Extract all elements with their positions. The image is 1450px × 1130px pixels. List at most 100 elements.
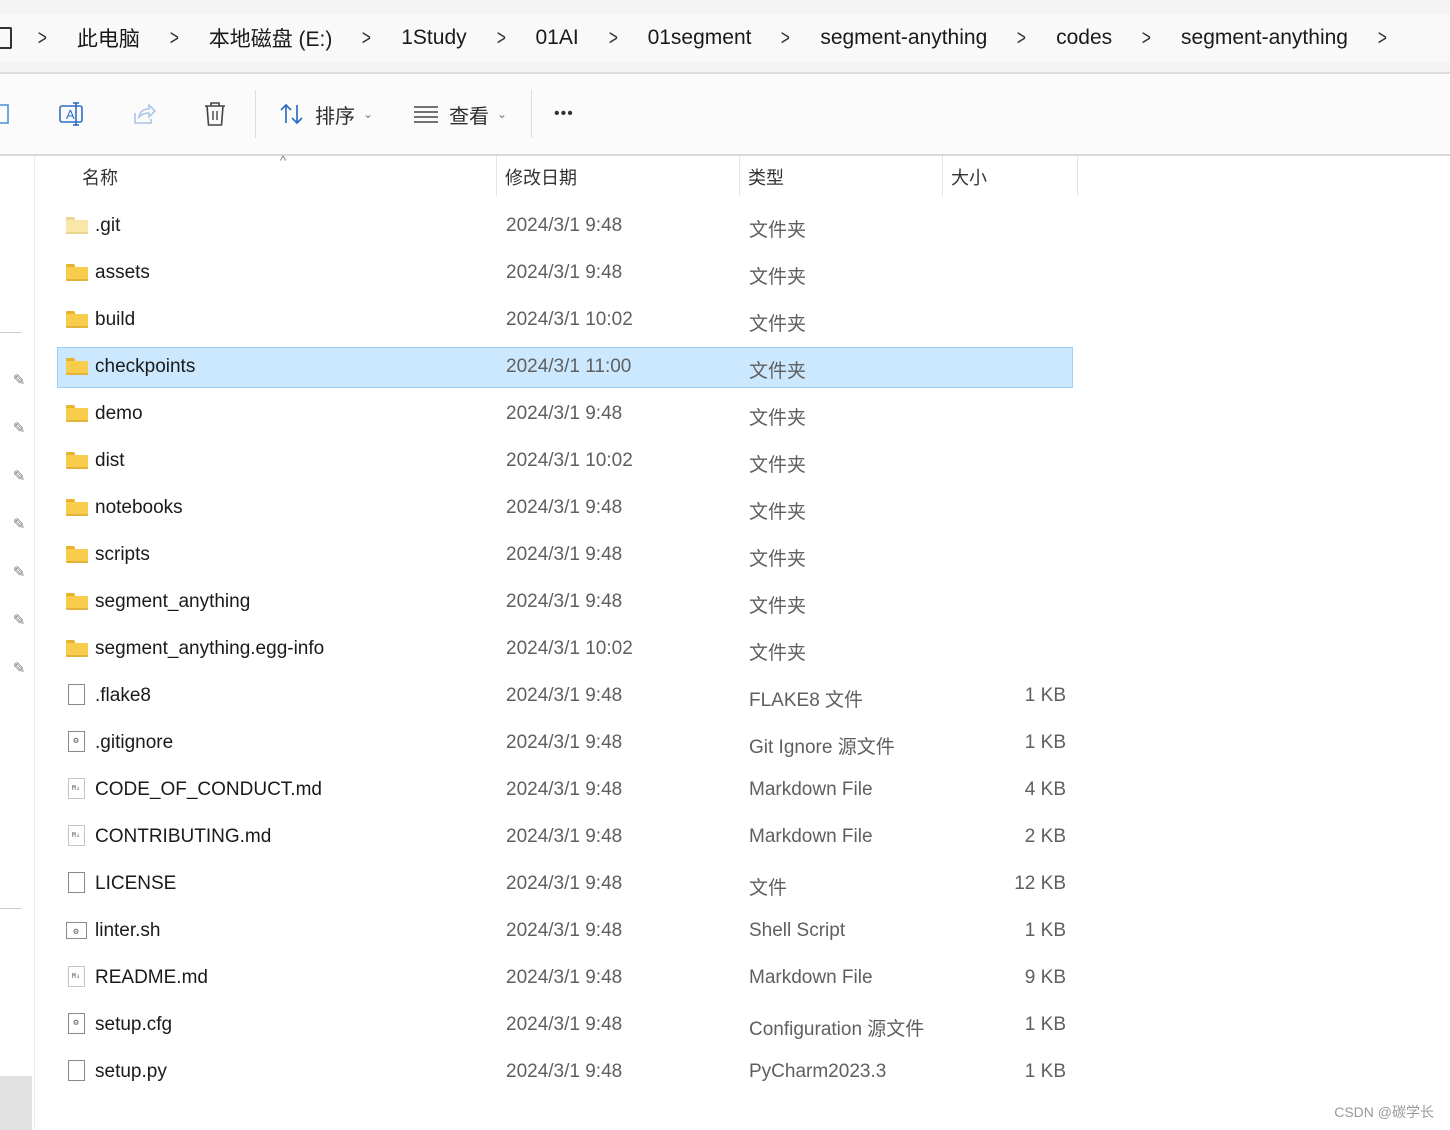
file-row[interactable]: .git 2024/3/1 9:48 文件夹 <box>58 203 1072 250</box>
breadcrumb-label[interactable]: 1Study <box>401 26 466 50</box>
breadcrumb-label[interactable]: 01AI <box>536 26 579 50</box>
column-divider[interactable] <box>1077 156 1078 196</box>
breadcrumb-item[interactable]: > segment-anything <box>1140 25 1376 51</box>
view-button[interactable]: 查看 ⌄ <box>413 94 507 134</box>
chevron-right-icon[interactable]: > <box>1378 25 1387 51</box>
breadcrumb-label[interactable]: 本地磁盘 (E:) <box>209 23 333 53</box>
file-date: 2024/3/1 9:48 <box>506 497 623 518</box>
delete-button[interactable] <box>203 94 227 134</box>
file-row[interactable]: segment_anything.egg-info 2024/3/1 10:02 文… <box>58 626 1072 673</box>
pin-icon[interactable]: ✎ <box>11 421 27 437</box>
file-row[interactable]: demo 2024/3/1 9:48 文件夹 <box>58 391 1072 438</box>
file-row[interactable]: checkpoints 2024/3/1 11:00 文件夹 <box>57 347 1073 388</box>
file-row[interactable]: segment_anything 2024/3/1 9:48 文件夹 <box>58 579 1072 626</box>
column-size[interactable]: 大小 <box>951 164 987 190</box>
file-row[interactable]: .flake8 2024/3/1 9:48 FLAKE8 文件 1 KB <box>58 673 1072 720</box>
file-type: PyCharm2023.3 <box>749 1061 887 1082</box>
breadcrumb-item[interactable]: > 此电脑 <box>36 23 168 53</box>
folder-icon <box>66 640 88 658</box>
share-button[interactable] <box>131 94 157 134</box>
column-name[interactable]: 名称 <box>82 164 118 190</box>
sort-icon <box>280 103 303 125</box>
breadcrumb-item[interactable]: >1Study <box>360 25 494 51</box>
sort-button[interactable]: 排序 ⌄ <box>279 94 373 134</box>
column-divider[interactable] <box>942 156 943 196</box>
file-type: 文件夹 <box>749 408 807 429</box>
pin-icon[interactable]: ✎ <box>11 469 27 485</box>
file-row[interactable]: M↓ CODE_OF_CONDUCT.md 2024/3/1 9:48 Markdow… <box>58 767 1072 814</box>
column-date[interactable]: 修改日期 <box>505 164 577 190</box>
breadcrumb-label[interactable]: codes <box>1056 26 1112 50</box>
breadcrumb-label[interactable]: 01segment <box>648 26 752 50</box>
chevron-right-icon[interactable]: > <box>1142 25 1151 51</box>
file-row[interactable]: notebooks 2024/3/1 9:48 文件夹 <box>58 485 1072 532</box>
file-row[interactable]: build 2024/3/1 10:02 文件夹 <box>58 297 1072 344</box>
file-name: .gitignore <box>95 732 174 753</box>
file-row[interactable]: M↓ CONTRIBUTING.md 2024/3/1 9:48 Markdown F… <box>58 814 1072 861</box>
file-type: Markdown File <box>749 779 873 800</box>
folder-icon <box>66 264 88 282</box>
file-type: 文件夹 <box>749 220 807 241</box>
breadcrumb-label[interactable]: segment-anything <box>1181 26 1348 50</box>
folder-icon <box>66 546 88 564</box>
chevron-right-icon[interactable]: > <box>362 25 371 51</box>
partial-toolbar-icon[interactable] <box>0 94 12 134</box>
computer-icon[interactable] <box>0 27 12 49</box>
file-row[interactable]: ⚙ linter.sh 2024/3/1 9:48 Shell Script 1 KB <box>58 908 1072 955</box>
chevron-right-icon[interactable]: > <box>38 25 47 51</box>
column-type[interactable]: 类型 <box>748 164 784 190</box>
pin-icon[interactable]: ✎ <box>11 565 27 581</box>
folder-icon <box>66 405 88 423</box>
chevron-right-icon[interactable]: > <box>1017 25 1026 51</box>
settings-file-icon: ⚙ <box>66 731 88 752</box>
nav-item-highlight[interactable] <box>0 1076 32 1130</box>
address-bar-field[interactable]: > 此电脑 > 本地磁盘 (E:) >1Study >01AI >01segment > seg… <box>0 14 1450 62</box>
folder-icon <box>66 358 88 376</box>
file-name: linter.sh <box>95 920 161 941</box>
folder-hidden-icon <box>66 217 88 235</box>
file-row[interactable]: ⚙ setup.cfg 2024/3/1 9:48 Configuration 源文件… <box>58 1002 1072 1049</box>
file-row[interactable]: setup.py 2024/3/1 9:48 PyCharm2023.3 1 KB <box>58 1049 1072 1096</box>
pin-icon[interactable]: ✎ <box>11 661 27 677</box>
breadcrumb-label[interactable]: segment-anything <box>820 26 987 50</box>
chevron-right-icon[interactable]: > <box>609 25 618 51</box>
blank-file-icon <box>66 1060 88 1081</box>
file-row[interactable]: dist 2024/3/1 10:02 文件夹 <box>58 438 1072 485</box>
file-row[interactable]: scripts 2024/3/1 9:48 文件夹 <box>58 532 1072 579</box>
more-options-button[interactable]: ••• <box>554 94 574 134</box>
breadcrumb-expand[interactable]: > <box>1376 25 1417 51</box>
file-row[interactable]: M↓ README.md 2024/3/1 9:48 Markdown File 9 K… <box>58 955 1072 1002</box>
svg-text:A: A <box>66 107 75 122</box>
pin-icon[interactable]: ✎ <box>11 517 27 533</box>
file-name: scripts <box>95 544 150 565</box>
rename-button[interactable]: A <box>58 94 86 134</box>
file-name: setup.py <box>95 1061 167 1082</box>
file-row[interactable]: assets 2024/3/1 9:48 文件夹 <box>58 250 1072 297</box>
markdown-file-icon: M↓ <box>66 825 88 846</box>
pin-icon[interactable]: ✎ <box>11 373 27 389</box>
file-row[interactable]: ⚙ .gitignore 2024/3/1 9:48 Git Ignore 源文件 1 … <box>58 720 1072 767</box>
breadcrumb-item[interactable]: > segment-anything <box>779 25 1015 51</box>
file-name: demo <box>95 403 143 424</box>
file-name: CONTRIBUTING.md <box>95 826 272 847</box>
chevron-right-icon[interactable]: > <box>497 25 506 51</box>
breadcrumb-item[interactable]: >01segment <box>607 25 780 51</box>
chevron-right-icon[interactable]: > <box>781 25 790 51</box>
breadcrumb-label[interactable]: 此电脑 <box>77 23 140 53</box>
breadcrumb-item[interactable]: > codes <box>1015 25 1140 51</box>
file-date: 2024/3/1 9:48 <box>506 544 623 565</box>
file-size: 1 KB <box>1024 1014 1066 1035</box>
blank-file-icon <box>66 872 88 893</box>
breadcrumb-item[interactable]: >01AI <box>495 25 607 51</box>
column-divider[interactable] <box>496 156 497 196</box>
breadcrumb-item[interactable]: > 本地磁盘 (E:) <box>168 23 361 53</box>
column-divider[interactable] <box>739 156 740 196</box>
file-type: 文件夹 <box>749 455 807 476</box>
pin-icon[interactable]: ✎ <box>11 613 27 629</box>
toolbar-divider <box>531 90 532 138</box>
file-type: 文件夹 <box>749 596 807 617</box>
chevron-right-icon[interactable]: > <box>170 25 179 51</box>
file-row[interactable]: LICENSE 2024/3/1 9:48 文件 12 KB <box>58 861 1072 908</box>
navigation-pane: ✎ ✎ ✎ ✎ ✎ ✎ ✎ <box>0 156 35 1130</box>
more-icon: ••• <box>554 105 574 122</box>
